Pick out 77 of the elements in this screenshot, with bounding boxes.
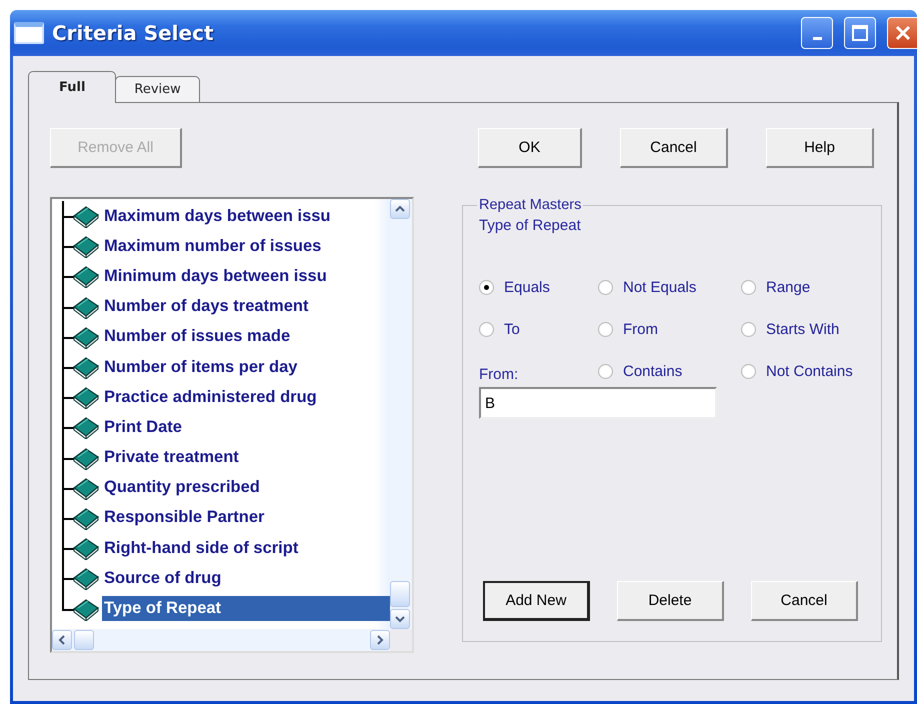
- dialog-button[interactable]: OK: [478, 128, 582, 168]
- window-icon: [14, 22, 44, 44]
- book-icon: [72, 596, 100, 621]
- tree-item[interactable]: Right-hand side of script: [102, 536, 300, 561]
- radio-button[interactable]: [598, 280, 613, 294]
- minimize-button[interactable]: [801, 17, 833, 49]
- book-icon: [72, 476, 100, 500]
- minimize-icon: [812, 36, 822, 40]
- radio-label[interactable]: To: [504, 320, 520, 338]
- maximize-icon: [851, 24, 869, 42]
- book-icon: [72, 536, 100, 560]
- group-title: Repeat Masters: [478, 197, 582, 213]
- tree-item[interactable]: Number of issues made: [102, 324, 292, 350]
- criteria-name: Type of Repeat: [479, 217, 582, 234]
- scroll-right-button[interactable]: [370, 630, 390, 650]
- scroll-thumb[interactable]: [74, 630, 94, 650]
- caret-left-icon: [58, 635, 66, 645]
- book-icon: [72, 204, 100, 228]
- book-icon: [72, 385, 100, 410]
- window-title: Criteria Select: [52, 21, 214, 45]
- tree-item[interactable]: Number of days treatment: [102, 294, 310, 320]
- vertical-scrollbar[interactable]: [390, 199, 412, 629]
- close-button[interactable]: [887, 17, 917, 49]
- tab[interactable]: Review: [115, 76, 200, 102]
- horizontal-scrollbar[interactable]: [52, 629, 390, 651]
- scroll-left-button[interactable]: [52, 630, 72, 650]
- book-icon: [72, 324, 100, 349]
- tree-item[interactable]: Private treatment: [102, 445, 241, 470]
- tree-item[interactable]: Print Date: [102, 414, 184, 440]
- dialog-button[interactable]: Delete: [617, 581, 724, 621]
- caret-down-icon: [395, 615, 405, 623]
- maximize-button[interactable]: [844, 17, 876, 49]
- tab[interactable]: Full: [28, 71, 116, 103]
- dialog-button[interactable]: Cancel: [751, 581, 858, 621]
- tree-item[interactable]: Number of items per day: [102, 354, 300, 380]
- tree-item[interactable]: Responsible Partner: [102, 505, 266, 530]
- book-icon: [72, 566, 100, 590]
- radio-button[interactable]: [479, 280, 494, 294]
- radio-label[interactable]: Starts With: [766, 320, 840, 338]
- radio-button[interactable]: [741, 364, 756, 378]
- dialog-button[interactable]: Cancel: [620, 128, 728, 168]
- book-icon: [72, 415, 100, 440]
- input-field[interactable]: B: [479, 387, 717, 419]
- radio-button[interactable]: [741, 280, 756, 294]
- radio-label[interactable]: Not Contains: [766, 362, 853, 380]
- book-icon: [72, 294, 100, 319]
- radio-label[interactable]: Not Equals: [623, 278, 696, 296]
- tree-item[interactable]: Minimum days between issu: [102, 264, 329, 289]
- field-label: From:: [479, 366, 520, 383]
- radio-button[interactable]: [479, 322, 494, 336]
- book-icon: [72, 355, 100, 380]
- radio-button[interactable]: [741, 322, 756, 336]
- book-icon: [72, 446, 100, 470]
- radio-label[interactable]: Equals: [504, 278, 550, 296]
- scroll-up-button[interactable]: [390, 199, 410, 219]
- radio-label[interactable]: From: [623, 320, 658, 338]
- tree-item[interactable]: Maximum number of issues: [102, 234, 324, 259]
- radio-button[interactable]: [598, 322, 613, 336]
- caret-right-icon: [376, 635, 384, 645]
- tree-item[interactable]: Source of drug: [102, 566, 224, 591]
- tree-item[interactable]: Practice administered drug: [102, 384, 319, 410]
- tree-item[interactable]: Type of Repeat: [102, 596, 390, 622]
- close-icon: [894, 24, 912, 42]
- scrollbar-corner: [390, 629, 412, 651]
- tree-item[interactable]: Maximum days between issu: [102, 204, 332, 229]
- dialog-button[interactable]: Help: [766, 128, 874, 168]
- dialog-button[interactable]: Add New: [483, 581, 590, 621]
- radio-label[interactable]: Contains: [623, 362, 682, 380]
- book-icon: [72, 234, 100, 258]
- book-icon: [72, 506, 100, 530]
- radio-label[interactable]: Range: [766, 278, 810, 296]
- caret-up-icon: [395, 205, 405, 213]
- tree-item[interactable]: Quantity prescribed: [102, 475, 262, 500]
- radio-button[interactable]: [598, 364, 613, 378]
- book-icon: [72, 264, 100, 288]
- scroll-thumb[interactable]: [390, 581, 410, 607]
- scroll-down-button[interactable]: [390, 609, 410, 629]
